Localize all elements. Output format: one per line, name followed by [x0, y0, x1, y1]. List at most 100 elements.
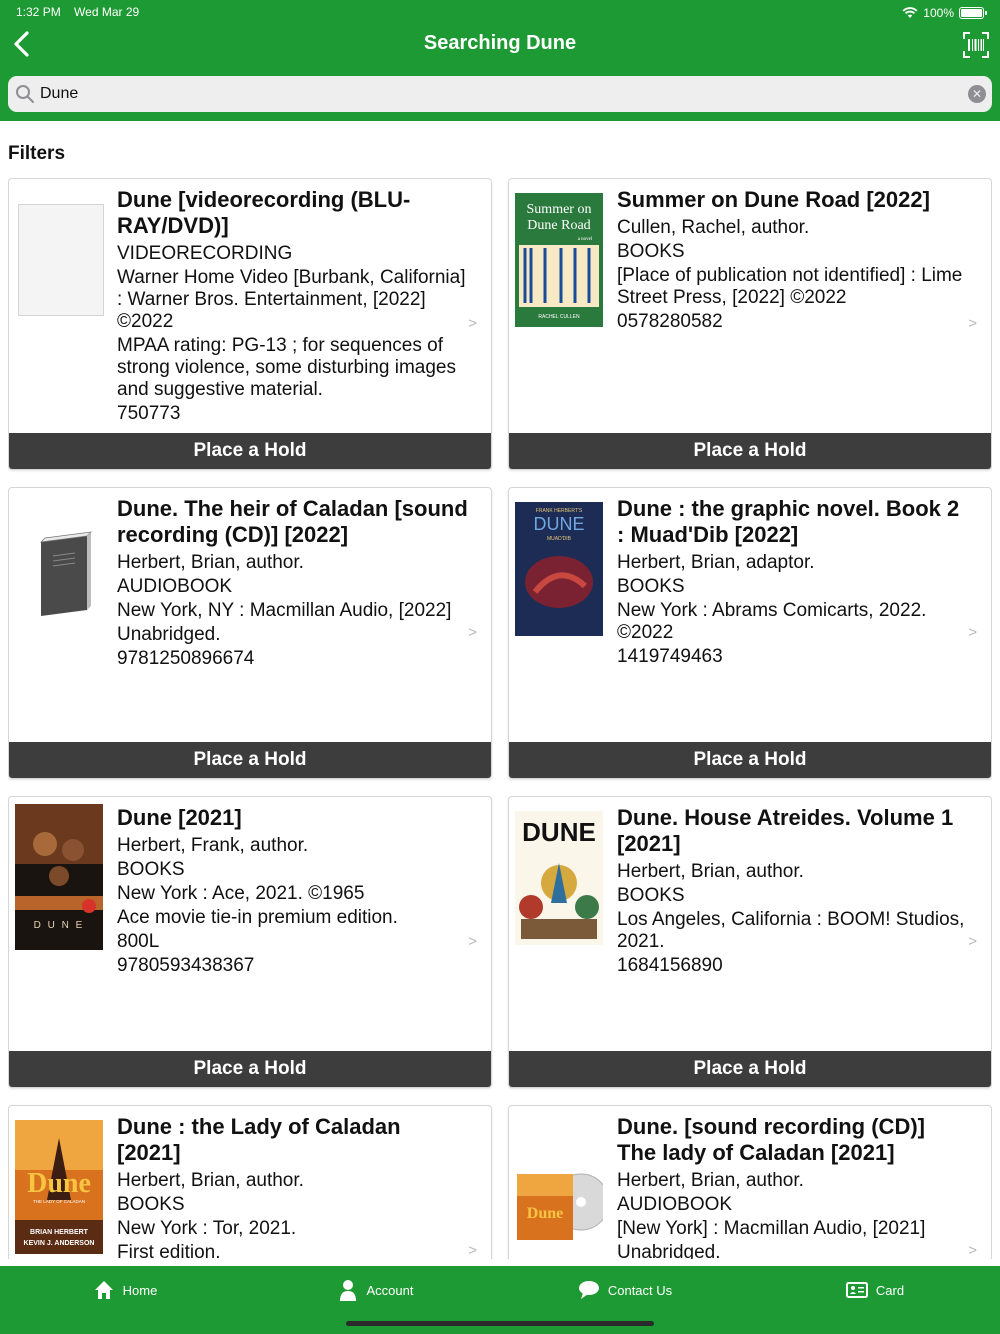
result-note: MPAA rating: PG-13 ; for sequences of st… — [117, 335, 457, 400]
result-publisher: [Place of publication not identified] : … — [617, 265, 963, 308]
tab-card[interactable]: Card — [750, 1266, 1000, 1314]
result-format: AUDIOBOOK — [617, 1194, 733, 1215]
audiobook-generic-icon — [39, 531, 93, 616]
place-hold-button[interactable]: Place a Hold — [9, 742, 491, 778]
book-cover-image: D U N E — [15, 804, 103, 950]
tab-account[interactable]: Account — [250, 1266, 500, 1314]
tab-label-card: Card — [875, 1282, 905, 1298]
home-indicator — [346, 1321, 654, 1326]
search-icon — [16, 85, 34, 103]
chevron-right-icon: > — [968, 933, 977, 950]
clear-search-icon[interactable]: ✕ — [968, 85, 986, 103]
chevron-right-icon: > — [468, 933, 477, 950]
cover-title: DUNE — [533, 514, 584, 534]
result-publisher: Warner Home Video [Burbank, California] … — [117, 267, 466, 332]
result-id: 1684156890 — [617, 955, 723, 976]
cover-title: Dune — [27, 1168, 91, 1199]
place-hold-button[interactable]: Place a Hold — [509, 742, 991, 778]
result-title: Dune [videorecording (BLU-RAY/DVD)] — [117, 187, 411, 238]
result-publisher: New York : Ace, 2021. ©1965 — [117, 883, 365, 904]
card-icon — [845, 1282, 868, 1298]
result-title: Dune : the graphic novel. Book 2 : Muad'… — [617, 496, 960, 547]
place-hold-button[interactable]: Place a Hold — [509, 1051, 991, 1087]
chevron-right-icon: > — [468, 624, 477, 641]
app-screen: 1:32 PM Wed Mar 29 100% Searching Dune D… — [0, 0, 1000, 1334]
cover-title-line2: Dune Road — [527, 218, 590, 233]
book-cover-image: DUNE — [515, 811, 603, 945]
cover-author-1: BRIAN HERBERT — [30, 1229, 89, 1236]
result-format: BOOKS — [617, 885, 685, 906]
cover-author-2: KEVIN J. ANDERSON — [24, 1240, 95, 1247]
result-publisher: Los Angeles, California : BOOM! Studios,… — [617, 909, 965, 952]
tab-label-contact-us: Contact Us — [607, 1282, 673, 1298]
result-lexile: 800L — [117, 931, 160, 952]
cover-title: D U N E — [34, 920, 85, 931]
wifi-icon — [902, 7, 918, 18]
result-card-body[interactable]: FRANK HERBERT'S DUNE MUAD'DIB Dune : the… — [509, 488, 991, 742]
chevron-right-icon: > — [468, 315, 477, 332]
chevron-right-icon: > — [468, 1242, 477, 1259]
result-title: Summer on Dune Road [2022] — [617, 187, 930, 212]
result-id: 0578280582 — [617, 311, 723, 332]
barcode-scan-button[interactable] — [962, 31, 990, 59]
chevron-right-icon: > — [968, 1242, 977, 1259]
result-card-body[interactable]: D U N E Dune [2021] Herbert, Frank, auth… — [9, 797, 491, 1051]
result-author: Herbert, Brian, author. — [117, 1170, 304, 1191]
page-title: Searching Dune — [423, 32, 577, 54]
result-author: Herbert, Brian, author. — [117, 552, 304, 573]
result-card-body[interactable]: Dune. The heir of Caladan [sound recordi… — [9, 488, 491, 742]
place-hold-button[interactable]: Place a Hold — [9, 1051, 491, 1087]
result-card: FRANK HERBERT'S DUNE MUAD'DIB Dune : the… — [508, 487, 992, 779]
chevron-right-icon: > — [968, 315, 977, 332]
result-edition: Ace movie tie-in premium edition. — [117, 907, 398, 928]
search-input[interactable] — [40, 85, 968, 103]
barcode-scan-icon — [963, 32, 989, 58]
result-card-body[interactable]: Dune Dune. [sound recording (CD)] The la… — [509, 1106, 991, 1259]
result-format: VIDEORECORDING — [117, 243, 293, 264]
chat-bubble-icon — [578, 1281, 599, 1299]
result-format: BOOKS — [117, 1194, 185, 1215]
result-card: D U N E Dune [2021] Herbert, Frank, auth… — [8, 796, 492, 1088]
result-card-body[interactable]: Dune [videorecording (BLU-RAY/DVD)] VIDE… — [9, 179, 491, 433]
result-id: 750773 — [117, 403, 181, 424]
cover-subtitle: a novel — [578, 237, 593, 242]
result-card: Dune. The heir of Caladan [sound recordi… — [8, 487, 492, 779]
result-title: Dune. [sound recording (CD)] The lady of… — [617, 1114, 925, 1165]
tab-contact-us[interactable]: Contact Us — [500, 1266, 750, 1314]
filters-link[interactable]: Filters — [8, 143, 65, 165]
result-publisher: New York, NY : Macmillan Audio, [2022] — [117, 600, 452, 621]
result-edition: Unabridged. — [117, 624, 221, 645]
cover-placeholder — [15, 193, 104, 327]
cover-title: Dune — [527, 1205, 563, 1222]
audiobook-cover-image: Dune — [517, 1173, 603, 1240]
home-icon — [94, 1281, 113, 1299]
result-title: Dune [2021] — [117, 805, 242, 830]
place-hold-button[interactable]: Place a Hold — [509, 433, 991, 469]
top-header: 1:32 PM Wed Mar 29 100% Searching Dune D… — [0, 0, 1000, 121]
tab-label-account: Account — [366, 1282, 414, 1298]
result-publisher: [New York] : Macmillan Audio, [2021] — [617, 1218, 926, 1239]
result-format: AUDIOBOOK — [117, 576, 233, 597]
result-format: BOOKS — [617, 241, 685, 262]
book-cover-image: Dune THE LADY OF CALADAN BRIAN HERBERT K… — [15, 1120, 103, 1254]
cover-title: DUNE — [522, 817, 596, 847]
result-card-body[interactable]: Summer on Dune Road a novel RACHEL CULLE… — [509, 179, 991, 433]
result-card: Dune THE LADY OF CALADAN BRIAN HERBERT K… — [8, 1105, 492, 1259]
tab-home[interactable]: Home — [0, 1266, 250, 1314]
result-card: Summer on Dune Road a novel RACHEL CULLE… — [508, 178, 992, 470]
result-title: Dune. House Atreides. Volume 1 [2021] — [617, 805, 954, 856]
result-card-body[interactable]: DUNE Dune. House Atreides. Volume 1 [202… — [509, 797, 991, 1051]
place-hold-button[interactable]: Place a Hold — [9, 433, 491, 469]
status-bar: 1:32 PM Wed Mar 29 100% — [16, 5, 987, 21]
result-author: Herbert, Brian, author. — [617, 861, 804, 882]
status-date: Wed Mar 29 — [74, 5, 140, 19]
cover-subtitle: THE LADY OF CALADAN — [33, 1199, 85, 1204]
cover-subtitle: MUAD'DIB — [547, 536, 572, 542]
result-card: DUNE Dune. House Atreides. Volume 1 [202… — [508, 796, 992, 1088]
result-card: Dune Dune. [sound recording (CD)] The la… — [508, 1105, 992, 1259]
result-card: Dune [videorecording (BLU-RAY/DVD)] VIDE… — [8, 178, 492, 470]
result-id: 9781250896674 — [117, 648, 255, 669]
result-format: BOOKS — [617, 576, 685, 597]
result-format: BOOKS — [117, 859, 185, 880]
result-card-body[interactable]: Dune THE LADY OF CALADAN BRIAN HERBERT K… — [9, 1106, 491, 1259]
